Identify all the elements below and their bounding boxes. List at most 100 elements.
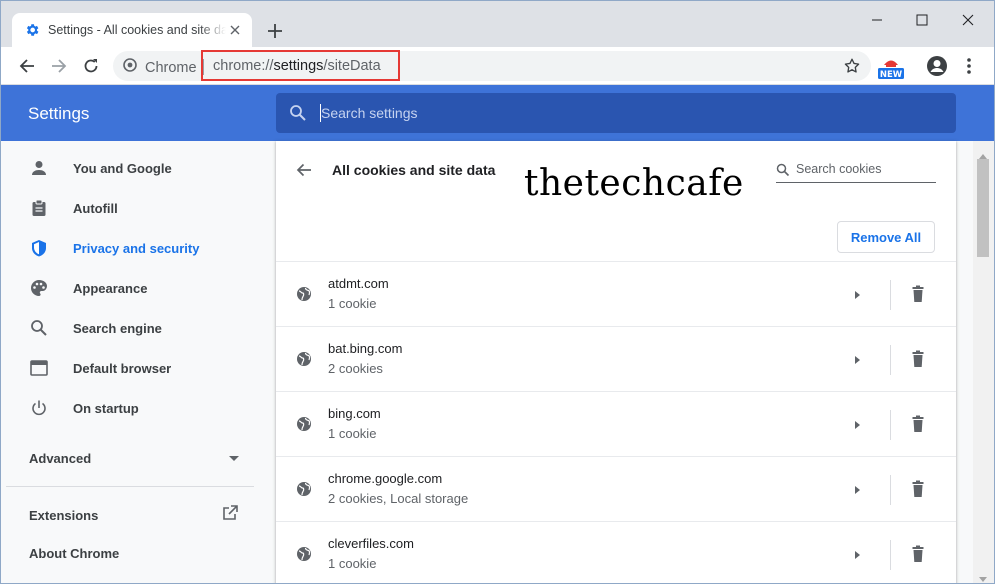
globe-icon (296, 416, 312, 432)
settings-title: Settings (28, 104, 90, 123)
row-divider (890, 475, 891, 505)
page-title: All cookies and site data (332, 162, 496, 178)
back-arrow-icon[interactable] (294, 160, 314, 180)
forward-button[interactable] (47, 54, 71, 78)
advanced-toggle[interactable]: Advanced (29, 448, 239, 468)
caret-down-icon (229, 449, 239, 467)
tab-title: Settings - All cookies and site data (48, 23, 226, 37)
sidebar-item-label: Privacy and security (73, 240, 200, 256)
trash-icon[interactable] (908, 479, 928, 499)
site-row[interactable]: bing.com 1 cookie (276, 391, 956, 456)
chip-label: Chrome (145, 59, 197, 76)
gear-icon (24, 22, 40, 38)
person-icon (29, 158, 49, 178)
sidebar-item-on-startup[interactable]: On startup (1, 388, 263, 428)
scroll-down-arrow-icon[interactable] (978, 571, 988, 582)
sidebar-item-label: Search engine (73, 320, 162, 336)
maximize-button[interactable] (899, 7, 945, 33)
site-detail: 1 cookie (328, 556, 377, 571)
close-window-button[interactable] (945, 7, 991, 33)
extensions-label: Extensions (29, 507, 99, 523)
browser-icon (29, 358, 49, 378)
sidebar-item-about-chrome[interactable]: About Chrome (29, 543, 119, 563)
site-name: cleverfiles.com (328, 536, 414, 551)
tab-settings[interactable]: Settings - All cookies and site data (12, 13, 252, 47)
trash-icon[interactable] (908, 349, 928, 369)
site-detail: 1 cookie (328, 426, 377, 441)
site-name: bing.com (328, 406, 381, 421)
url-text[interactable]: chrome://settings/siteData (213, 58, 381, 74)
search-cookies-placeholder: Search cookies (796, 162, 882, 176)
trash-icon[interactable] (908, 284, 928, 304)
profile-avatar-icon[interactable] (926, 55, 948, 77)
sidebar-item-appearance[interactable]: Appearance (1, 268, 263, 308)
globe-icon (296, 286, 312, 302)
settings-sidebar: You and Google Autofill Privacy and secu… (1, 141, 263, 583)
site-row[interactable]: chrome.google.com 2 cookies, Local stora… (276, 456, 956, 521)
bookmark-star-icon[interactable] (843, 57, 861, 75)
sidebar-item-default-browser[interactable]: Default browser (1, 348, 263, 388)
clipboard-icon (29, 198, 49, 218)
search-placeholder: Search settings (321, 105, 418, 121)
tab-strip: Settings - All cookies and site data (1, 1, 994, 47)
globe-icon (296, 481, 312, 497)
arrow-right-icon[interactable] (851, 548, 863, 560)
sidebar-item-search-engine[interactable]: Search engine (1, 308, 263, 348)
trash-icon[interactable] (908, 414, 928, 434)
site-name: atdmt.com (328, 276, 389, 291)
address-bar[interactable]: Chrome chrome://settings/siteData (113, 50, 871, 81)
extension-new-icon[interactable]: NEW (877, 55, 905, 81)
arrow-right-icon[interactable] (851, 418, 863, 430)
sidebar-item-label: Autofill (73, 200, 118, 216)
minimize-button[interactable] (854, 7, 900, 33)
site-name: chrome.google.com (328, 471, 443, 486)
reload-button[interactable] (79, 54, 103, 78)
sidebar-item-label: Default browser (73, 360, 172, 376)
palette-icon (29, 278, 49, 298)
row-divider (890, 345, 891, 375)
sidebar-item-autofill[interactable]: Autofill (1, 188, 263, 228)
site-detail: 2 cookies (328, 361, 383, 376)
arrow-right-icon[interactable] (851, 288, 863, 300)
trash-icon[interactable] (908, 544, 928, 564)
sidebar-item-you-and-google[interactable]: You and Google (1, 148, 263, 188)
about-label: About Chrome (29, 545, 120, 561)
site-row[interactable]: bat.bing.com 2 cookies (276, 326, 956, 391)
site-detail: 1 cookie (328, 296, 377, 311)
watermark-text: thetechcafe (524, 163, 744, 204)
search-icon (289, 104, 307, 122)
search-icon (29, 318, 49, 338)
back-button[interactable] (15, 54, 39, 78)
site-info-chip[interactable]: Chrome (123, 58, 197, 77)
search-settings-input[interactable]: Search settings (276, 93, 956, 133)
sidebar-item-label: On startup (73, 400, 139, 416)
close-tab-icon[interactable] (228, 23, 242, 37)
advanced-label: Advanced (29, 450, 92, 466)
power-icon (29, 398, 49, 418)
arrow-right-icon[interactable] (851, 353, 863, 365)
new-tab-button[interactable] (264, 20, 286, 42)
chrome-logo-icon (123, 58, 137, 77)
site-row[interactable]: atdmt.com 1 cookie (276, 261, 956, 326)
search-cookies-input[interactable]: Search cookies (776, 159, 936, 183)
menu-kebab-icon[interactable] (961, 55, 977, 77)
url-scheme: chrome:// (213, 58, 274, 74)
sidebar-divider (6, 486, 254, 487)
site-row[interactable]: cleverfiles.com 1 cookie (276, 521, 956, 583)
site-detail: 2 cookies, Local storage (328, 491, 469, 506)
card-header: All cookies and site data thetechcafe Se… (276, 141, 956, 261)
open-in-new-icon (221, 504, 239, 527)
remove-all-button[interactable]: Remove All (837, 221, 935, 253)
sidebar-item-extensions[interactable]: Extensions (29, 503, 239, 527)
page-scrollbar[interactable] (973, 141, 994, 583)
url-host: settings (273, 58, 324, 74)
scrollbar-thumb[interactable] (977, 159, 989, 257)
row-divider (890, 540, 891, 570)
sidebar-item-privacy-and-security[interactable]: Privacy and security (1, 228, 263, 268)
cookies-card: All cookies and site data thetechcafe Se… (276, 141, 956, 583)
url-path: /siteData (323, 58, 381, 74)
scroll-up-arrow-icon[interactable] (978, 147, 988, 159)
arrow-right-icon[interactable] (851, 483, 863, 495)
globe-icon (296, 351, 312, 367)
browser-window: Settings - All cookies and site data Chr… (0, 0, 995, 584)
